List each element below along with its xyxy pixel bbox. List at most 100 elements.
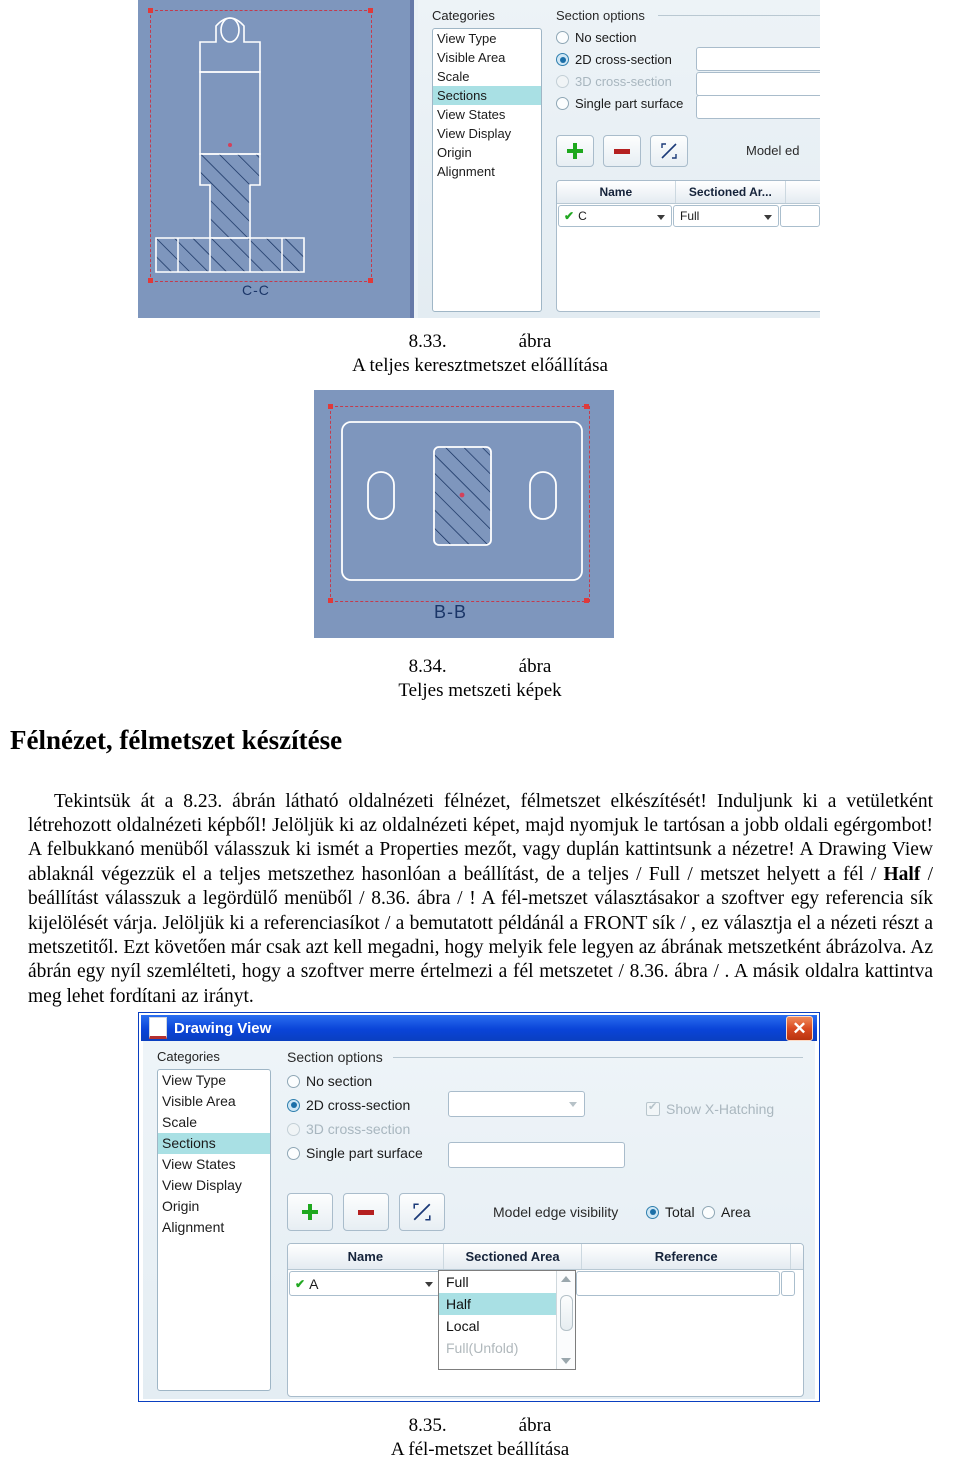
category-item-view-type[interactable]: View Type	[433, 29, 541, 48]
radio-2d-cross-section-label: 2D cross-section	[306, 1097, 411, 1113]
category-item-scale[interactable]: Scale	[158, 1112, 270, 1133]
radio-2d-cross-section-indicator[interactable]	[556, 53, 569, 66]
add-section-button[interactable]	[556, 135, 594, 167]
section-options-group-label: Section options	[556, 8, 645, 23]
category-item-visible-area[interactable]: Visible Area	[433, 48, 541, 67]
flip-section-button[interactable]	[399, 1193, 445, 1231]
radio-model-edge-total[interactable]: Total	[646, 1204, 695, 1220]
row-extra-field[interactable]	[781, 1271, 795, 1296]
section-view-cc-geometry	[155, 17, 305, 273]
row-name-combo[interactable]: ✔ A	[289, 1271, 440, 1296]
row-name-value: C	[578, 209, 587, 223]
add-section-button[interactable]	[287, 1193, 333, 1231]
figure-8-34-screenshot: B-B	[314, 390, 614, 638]
body-part-1: Tekintsük át a 8.23. ábrán látható oldal…	[28, 790, 933, 885]
dropdown-option-local[interactable]: Local	[439, 1315, 575, 1337]
check-icon: ✔	[564, 209, 575, 223]
section-label-bb: B-B	[434, 602, 468, 622]
category-item-alignment[interactable]: Alignment	[433, 162, 541, 181]
flip-arrow-icon	[661, 143, 677, 159]
category-item-view-display[interactable]: View Display	[433, 124, 541, 143]
single-part-surface-field[interactable]	[448, 1142, 625, 1168]
sectioned-area-dropdown[interactable]: Full Half Local Full(Unfold)	[438, 1270, 576, 1370]
category-item-sections[interactable]: Sections	[158, 1133, 270, 1154]
radio-single-part-surface-indicator[interactable]	[556, 97, 569, 110]
category-item-origin[interactable]: Origin	[433, 143, 541, 162]
radio-no-section[interactable]: No section	[556, 30, 636, 45]
scroll-up-icon[interactable]	[561, 1276, 571, 1282]
caption-text: Teljes metszeti képek	[398, 680, 562, 701]
drawing-view-icon	[149, 1017, 167, 1039]
category-item-view-states[interactable]: View States	[158, 1154, 270, 1175]
category-item-origin[interactable]: Origin	[158, 1196, 270, 1217]
cross-section-name-combo[interactable]	[696, 47, 820, 71]
row-name-combo[interactable]: ✔ C	[558, 205, 672, 227]
category-item-view-display[interactable]: View Display	[158, 1175, 270, 1196]
close-icon[interactable]: ✕	[786, 1016, 813, 1041]
row-sectioned-area-combo[interactable]: Full	[673, 205, 779, 227]
radio-model-edge-area-indicator[interactable]	[702, 1205, 715, 1219]
section-heading: Félnézet, félmetszet készítése	[10, 725, 343, 755]
cross-section-3d-combo[interactable]	[696, 72, 820, 96]
radio-model-edge-total-indicator[interactable]	[646, 1205, 659, 1219]
chevron-down-icon	[764, 215, 772, 220]
remove-section-button[interactable]	[343, 1193, 389, 1231]
dropdown-scrollbar[interactable]	[556, 1271, 575, 1369]
column-header-name: Name	[557, 181, 676, 203]
dropdown-option-full[interactable]: Full	[439, 1271, 575, 1293]
remove-section-button[interactable]	[603, 135, 641, 167]
radio-no-section-indicator[interactable]	[556, 31, 569, 44]
column-header-sectioned-area: Sectioned Area	[444, 1244, 583, 1269]
column-header-reference: Reference	[582, 1244, 792, 1269]
categories-list[interactable]: View Type Visible Area Scale Sections Vi…	[157, 1069, 271, 1391]
caption-word: ábra	[518, 656, 552, 677]
scrollbar-thumb[interactable]	[560, 1295, 573, 1331]
sections-table: Name Sectioned Ar... ✔ C Full	[556, 180, 820, 312]
chevron-down-icon	[425, 1282, 433, 1287]
radio-no-section[interactable]: No section	[287, 1073, 372, 1089]
dropdown-option-half[interactable]: Half	[439, 1293, 575, 1315]
radio-model-edge-area-label: Area	[721, 1204, 751, 1220]
table-row: ✔ C Full	[557, 204, 820, 228]
categories-list[interactable]: View Type Visible Area Scale Sections Vi…	[432, 28, 542, 312]
radio-3d-cross-section-indicator	[287, 1122, 300, 1136]
body-bold-half: Half	[883, 863, 921, 885]
row-sectioned-area-value: Full	[680, 209, 700, 223]
window-titlebar[interactable]: Drawing View ✕	[141, 1015, 817, 1041]
category-item-alignment[interactable]: Alignment	[158, 1217, 270, 1238]
flip-arrow-icon	[413, 1203, 431, 1221]
category-item-visible-area[interactable]: Visible Area	[158, 1091, 270, 1112]
section-options-group-label: Section options	[287, 1049, 383, 1065]
radio-2d-cross-section[interactable]: 2D cross-section	[556, 52, 672, 67]
category-item-sections[interactable]: Sections	[433, 86, 541, 105]
cross-section-name-combo[interactable]	[448, 1091, 585, 1117]
radio-2d-cross-section-indicator[interactable]	[287, 1098, 300, 1112]
radio-single-part-surface[interactable]: Single part surface	[287, 1145, 423, 1161]
radio-single-part-surface-indicator[interactable]	[287, 1146, 300, 1160]
row-reference-field[interactable]	[576, 1271, 780, 1296]
flip-section-button[interactable]	[650, 135, 688, 167]
figure-caption-8-33: 8.33. ábra A teljes keresztmetszet előáll…	[0, 330, 960, 378]
scroll-down-icon[interactable]	[561, 1358, 571, 1364]
radio-single-part-surface[interactable]: Single part surface	[556, 96, 683, 111]
single-part-surface-field[interactable]	[696, 95, 820, 119]
minus-icon	[614, 148, 630, 154]
column-header-sectioned-area: Sectioned Ar...	[676, 181, 787, 203]
dropdown-option-full-unfold: Full(Unfold)	[446, 1340, 519, 1356]
model-edge-visibility-label: Model edge visibility	[493, 1204, 619, 1220]
group-divider	[658, 15, 820, 16]
radio-2d-cross-section[interactable]: 2D cross-section	[287, 1097, 410, 1113]
radio-2d-cross-section-label: 2D cross-section	[575, 52, 672, 67]
category-item-view-type[interactable]: View Type	[158, 1070, 270, 1091]
row-reference-field[interactable]	[780, 205, 820, 227]
category-item-scale[interactable]: Scale	[433, 67, 541, 86]
category-item-view-states[interactable]: View States	[433, 105, 541, 124]
figure-8-33-screenshot: C-C Categories View Type Visible Area Sc…	[138, 0, 820, 318]
radio-model-edge-area[interactable]: Area	[702, 1204, 751, 1220]
radio-no-section-indicator[interactable]	[287, 1074, 300, 1088]
caption-word: ábra	[518, 1415, 552, 1436]
figure-caption-8-34: 8.34. ábra Teljes metszeti képek	[0, 655, 960, 703]
checkmark-icon[interactable]	[646, 1100, 660, 1116]
checkbox-show-xhatching[interactable]: Show X-Hatching	[646, 1100, 774, 1117]
radio-3d-cross-section-indicator	[556, 75, 569, 88]
